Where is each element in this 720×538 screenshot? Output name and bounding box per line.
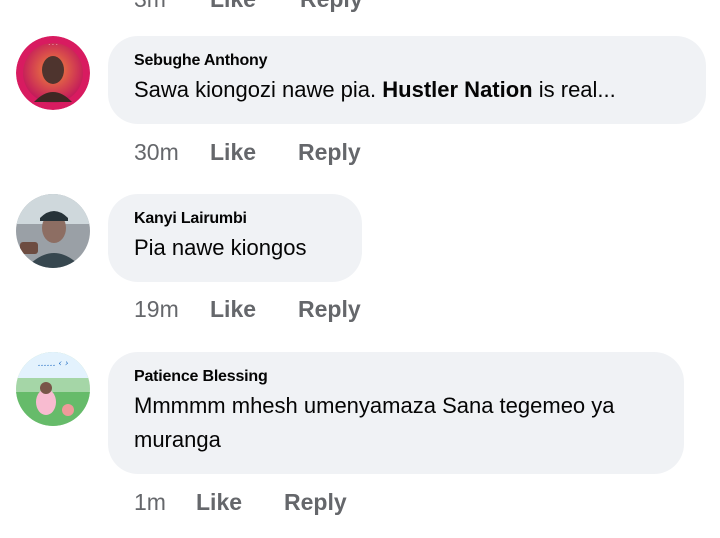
comment-time: 3m xyxy=(134,0,166,13)
profile-photo-man-cap-icon xyxy=(16,194,90,268)
comment-actions: 30m Like Reply xyxy=(134,139,361,166)
author-name[interactable]: Patience Blessing xyxy=(134,367,658,387)
partial-action-row: 3m Like Reply xyxy=(134,0,363,13)
svg-text:· · ·: · · · xyxy=(48,42,58,49)
comment-bubble: Patience Blessing Mmmmm mhesh umenyamaza… xyxy=(108,352,684,474)
comment-actions: 1m Like Reply xyxy=(134,489,347,516)
comment-time[interactable]: 19m xyxy=(134,296,210,323)
avatar[interactable]: · · · xyxy=(16,36,90,110)
reply-button[interactable]: Reply xyxy=(298,296,361,323)
comment-time[interactable]: 1m xyxy=(134,489,196,516)
comment-time[interactable]: 30m xyxy=(134,139,210,166)
hashtag-link[interactable]: Hustler Nation xyxy=(382,77,532,102)
like-button[interactable]: Like xyxy=(210,0,256,13)
reply-button[interactable]: Reply xyxy=(284,489,347,516)
comment-text: Pia nawe kiongos xyxy=(134,235,307,260)
profile-photo-outdoor-icon: …… ‹ › xyxy=(16,352,90,426)
like-button[interactable]: Like xyxy=(196,489,242,516)
profile-photo-red-ring-icon: · · · xyxy=(16,36,90,110)
like-button[interactable]: Like xyxy=(210,139,256,166)
comment-bubble: Kanyi Lairumbi Pia nawe kiongos xyxy=(108,194,362,282)
comment-text: Sawa kiongozi nawe pia. Hustler Nation i… xyxy=(134,77,616,102)
avatar[interactable]: …… ‹ › xyxy=(16,352,90,426)
avatar[interactable] xyxy=(16,194,90,268)
svg-text:…… ‹ ›: …… ‹ › xyxy=(38,359,69,369)
reply-button[interactable]: Reply xyxy=(300,0,363,13)
author-name[interactable]: Sebughe Anthony xyxy=(134,51,680,71)
reply-button[interactable]: Reply xyxy=(298,139,361,166)
comment-text: Mmmmm mhesh umenyamaza Sana tegemeo ya m… xyxy=(134,393,615,452)
author-name[interactable]: Kanyi Lairumbi xyxy=(134,209,336,229)
comment-bubble: Sebughe Anthony Sawa kiongozi nawe pia. … xyxy=(108,36,706,124)
like-button[interactable]: Like xyxy=(210,296,256,323)
comment-actions: 19m Like Reply xyxy=(134,296,361,323)
